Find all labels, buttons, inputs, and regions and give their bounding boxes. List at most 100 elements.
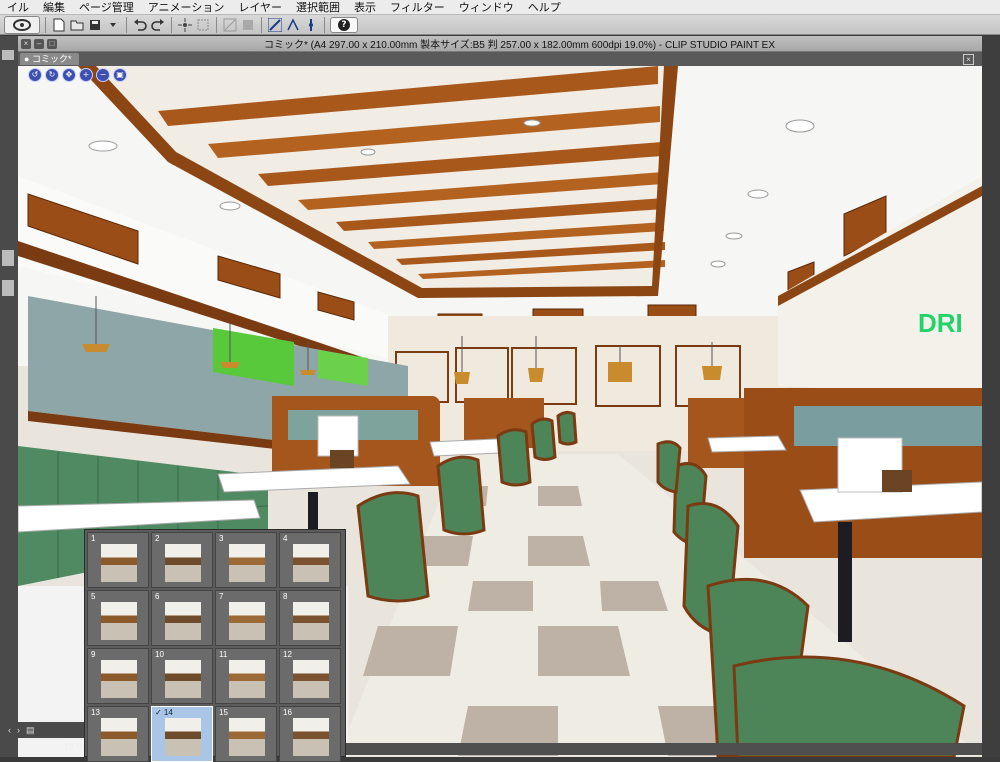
clear-outside-icon: [197, 19, 209, 30]
page-thumbnail[interactable]: 6: [151, 590, 213, 646]
page-number: 8: [283, 592, 288, 601]
page-thumbnail[interactable]: 16: [279, 706, 341, 762]
menu-file[interactable]: イル: [0, 0, 36, 15]
new-file-button[interactable]: [51, 17, 67, 33]
next-page-icon[interactable]: ›: [17, 725, 20, 735]
menu-animation[interactable]: アニメーション: [141, 0, 232, 15]
dock-tool-icon[interactable]: [2, 280, 14, 296]
ruler-snap-button[interactable]: [267, 17, 283, 33]
page-preview: [165, 660, 201, 698]
snap-special-ruler-icon: [287, 17, 299, 30]
page-number: 2: [155, 534, 160, 543]
help-button[interactable]: ?: [330, 16, 358, 33]
open-folder-icon: [70, 20, 84, 30]
page-number: 6: [155, 592, 160, 601]
page-preview: [293, 544, 329, 582]
page-thumbnail[interactable]: 4: [279, 532, 341, 588]
page-thumbnail[interactable]: 7: [215, 590, 277, 646]
menu-selection[interactable]: 選択範囲: [289, 0, 347, 15]
page-preview: [293, 718, 329, 756]
dock-handle[interactable]: [2, 50, 14, 60]
undo-icon: [134, 18, 147, 31]
document-window-titlebar: × – □ コミック* (A4 297.00 x 210.00mm 製本サイズ:…: [18, 36, 982, 52]
page-number: 12: [283, 650, 292, 659]
redo-button[interactable]: [150, 17, 166, 33]
menu-view[interactable]: 表示: [347, 0, 383, 15]
move-icon[interactable]: ✥: [62, 68, 76, 82]
fill-icon: [223, 18, 237, 31]
toolbar-divider: [261, 16, 262, 33]
snap-grid-icon: [309, 18, 313, 31]
minimize-icon: –: [36, 39, 42, 48]
zoom-in-icon[interactable]: +: [79, 68, 93, 82]
canvas-nav-icons: ↺ ↻ ✥ + − ▣: [28, 68, 127, 82]
window-maximize-button[interactable]: □: [47, 38, 57, 49]
window-title: コミック* (A4 297.00 x 210.00mm 製本サイズ:B5 判 2…: [263, 40, 776, 51]
menu-help[interactable]: ヘルプ: [521, 0, 568, 15]
page-thumbnail[interactable]: 12: [279, 648, 341, 704]
page-preview: [293, 660, 329, 698]
rotate-left-icon[interactable]: ↺: [28, 68, 42, 82]
toolbar-divider: [324, 16, 325, 33]
menu-window[interactable]: ウィンドウ: [452, 0, 521, 15]
chevron-down-icon: [110, 22, 116, 27]
rotate-right-icon[interactable]: ↻: [45, 68, 59, 82]
page-thumbnail[interactable]: ✓ 14: [151, 706, 213, 762]
page-thumbnail[interactable]: 2: [151, 532, 213, 588]
page-preview: [165, 718, 201, 756]
close-icon: ×: [966, 55, 971, 64]
dock-tool-icon[interactable]: [2, 250, 14, 266]
clip-studio-icon: [13, 18, 31, 31]
window-minimize-button[interactable]: –: [34, 38, 44, 49]
save-dropdown-button[interactable]: [105, 17, 121, 33]
horizontal-scrollbar[interactable]: [346, 743, 982, 755]
prev-page-icon[interactable]: ‹: [8, 725, 11, 735]
window-close-button[interactable]: ×: [21, 38, 31, 49]
zoom-out-icon[interactable]: −: [96, 68, 110, 82]
tab-close-button[interactable]: ×: [963, 54, 974, 65]
document-tab[interactable]: ● コミック*: [20, 53, 80, 65]
page-number: 7: [219, 592, 224, 601]
close-icon: ×: [23, 39, 29, 48]
menu-filter[interactable]: フィルター: [383, 0, 452, 15]
page-list-icon[interactable]: ▤: [26, 725, 35, 736]
page-thumbnail[interactable]: 10: [151, 648, 213, 704]
special-ruler-snap-button[interactable]: [285, 17, 301, 33]
page-number: 11: [219, 650, 228, 659]
clear-outside-button[interactable]: [195, 17, 211, 33]
left-dock: [0, 36, 18, 757]
menu-edit[interactable]: 編集: [36, 0, 72, 15]
menu-page-management[interactable]: ページ管理: [72, 0, 141, 15]
page-number: 16: [283, 708, 292, 717]
save-button[interactable]: [87, 17, 103, 33]
grid-snap-button[interactable]: [303, 17, 319, 33]
redo-icon: [151, 18, 164, 31]
zoom-level: 19.0: [64, 742, 82, 752]
transform-button[interactable]: [240, 17, 256, 33]
page-navigator-panel: 1 2 3 4 5 6 7 8 9 10 11 12 13 ✓ 14 15 16: [84, 529, 346, 762]
page-number: ✓ 14: [155, 708, 173, 717]
clip-studio-button[interactable]: [4, 15, 40, 34]
open-file-button[interactable]: [69, 17, 85, 33]
undo-button[interactable]: [132, 17, 148, 33]
right-dock: [982, 36, 1000, 757]
page-preview: [229, 718, 265, 756]
tab-dot-icon: ●: [24, 54, 32, 64]
fill-button[interactable]: [222, 17, 238, 33]
fit-icon[interactable]: ▣: [113, 68, 127, 82]
page-preview: [101, 660, 137, 698]
clear-button[interactable]: [177, 17, 193, 33]
page-thumbnail[interactable]: 5: [87, 590, 149, 646]
page-number: 15: [219, 708, 228, 717]
menu-layer[interactable]: レイヤー: [231, 0, 289, 15]
page-thumbnail[interactable]: 1: [87, 532, 149, 588]
page-thumbnail[interactable]: 13: [87, 706, 149, 762]
page-thumbnail[interactable]: 9: [87, 648, 149, 704]
page-thumbnail[interactable]: 11: [215, 648, 277, 704]
page-thumbnail[interactable]: 8: [279, 590, 341, 646]
page-number: 3: [219, 534, 224, 543]
page-thumbnail[interactable]: 3: [215, 532, 277, 588]
page-preview: [293, 602, 329, 640]
page-number: 5: [91, 592, 96, 601]
page-thumbnail[interactable]: 15: [215, 706, 277, 762]
